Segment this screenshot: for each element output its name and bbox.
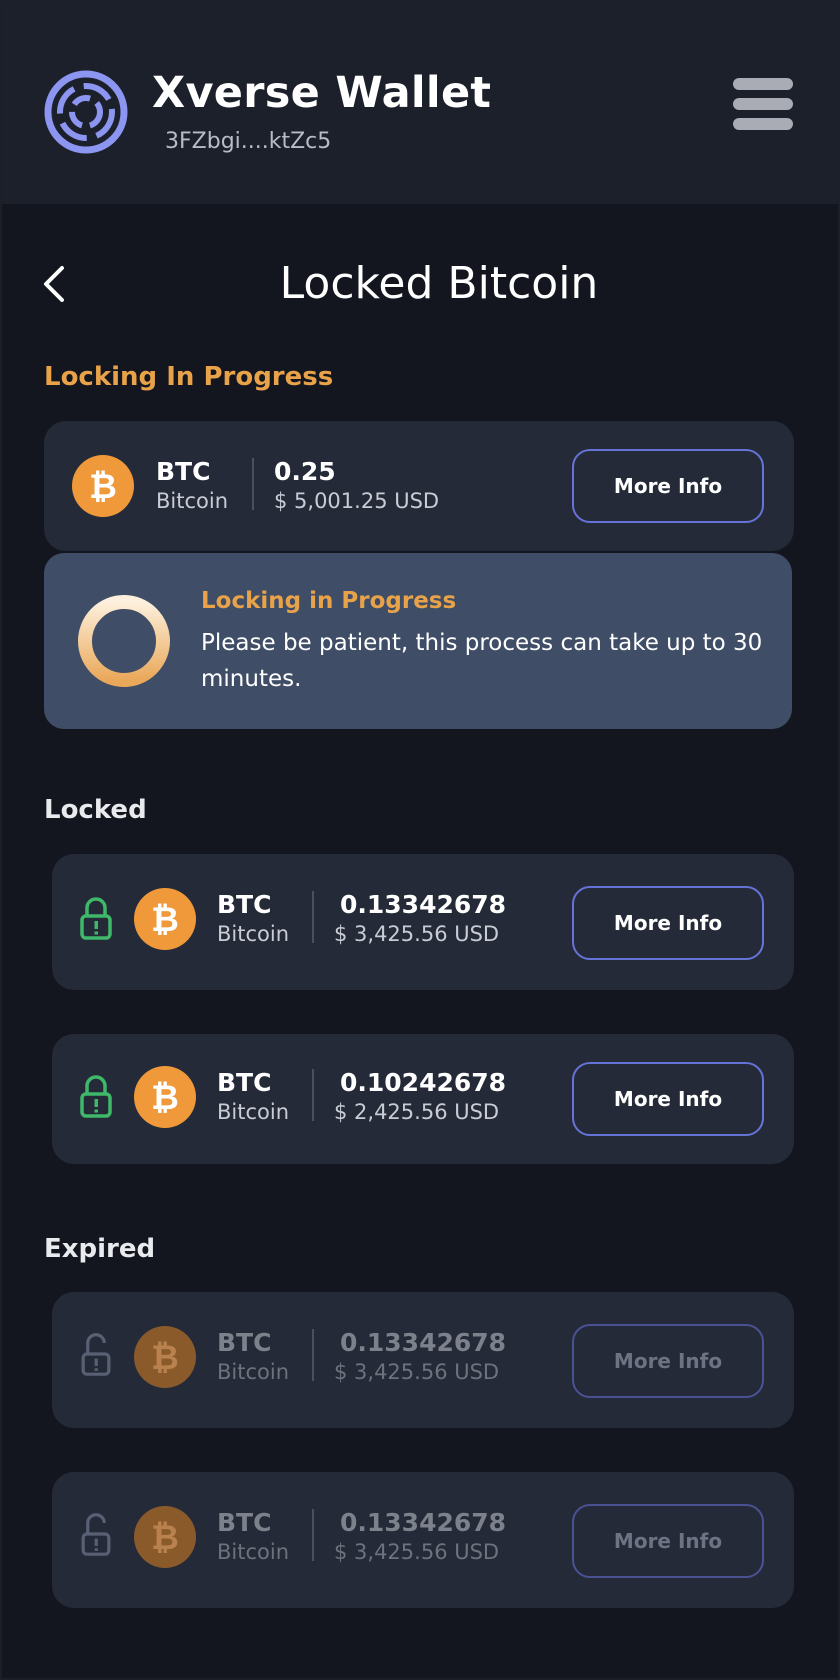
bitcoin-icon: ₿ [72,455,134,517]
svg-text:₿: ₿ [151,1338,179,1377]
section-title-expired: Expired [44,1234,156,1264]
card-divider [252,458,254,510]
coin-ticker: BTC [217,890,272,919]
progress-message: Please be patient, this process can take… [201,630,763,692]
app-frame: Xverse Wallet 3FZbgi....ktZc5 Locked Bit… [0,0,840,1680]
lock-closed-icon [80,897,112,940]
section-title-locked: Locked [44,795,147,825]
section-title-in-progress: Locking In Progress [44,362,334,392]
bitcoin-icon: ₿ [134,888,196,950]
coin-name: Bitcoin [217,1540,290,1564]
more-info-button[interactable]: More Info [572,1504,764,1578]
usd-value: $ 2,425.56 USD [334,1100,500,1124]
coin-name: Bitcoin [217,922,290,946]
coin-amount: 0.13342678 [340,1328,507,1357]
coin-amount: 0.13342678 [340,890,507,919]
bitcoin-icon: ₿ [134,1326,196,1388]
lock-closed-icon [80,1075,112,1118]
locking-progress-notice: Locking in Progress Please be patient, t… [44,553,792,729]
in-progress-card: ₿ BTC Bitcoin 0.25 $ 5,001.25 USD More I… [44,421,794,551]
coin-ticker: BTC [156,457,211,486]
locked-card: ₿ BTC Bitcoin 0.13342678 $ 3,425.56 USD … [52,854,794,990]
hamburger-menu-icon[interactable] [730,78,796,140]
usd-value: $ 3,425.56 USD [334,922,500,946]
more-info-button[interactable]: More Info [572,1062,764,1136]
bitcoin-icon: ₿ [134,1506,196,1568]
bitcoin-icon: ₿ [134,1066,196,1128]
lock-open-icon [81,1513,111,1556]
coin-amount: 0.13342678 [340,1508,507,1537]
coin-name: Bitcoin [217,1100,290,1124]
xverse-logo-icon [44,70,128,154]
expired-card: ₿ BTC Bitcoin 0.13342678 $ 3,425.56 USD … [52,1472,794,1608]
page-title: Locked Bitcoin [279,258,599,309]
more-info-button[interactable]: More Info [572,886,764,960]
svg-text:₿: ₿ [89,467,117,506]
more-info-button[interactable]: More Info [572,1324,764,1398]
coin-ticker: BTC [217,1328,272,1357]
locked-card: ₿ BTC Bitcoin 0.10242678 $ 2,425.56 USD … [52,1034,794,1164]
card-divider [312,1069,314,1121]
svg-text:₿: ₿ [151,900,179,939]
coin-ticker: BTC [217,1068,272,1097]
card-divider [312,1329,314,1381]
usd-value: $ 3,425.56 USD [334,1360,500,1384]
more-info-button[interactable]: More Info [572,449,764,523]
svg-text:₿: ₿ [151,1078,179,1117]
coin-amount: 0.10242678 [340,1068,507,1097]
coin-ticker: BTC [217,1508,272,1537]
card-divider [312,1509,314,1561]
card-divider [312,891,314,943]
coin-name: Bitcoin [217,1360,290,1384]
coin-name: Bitcoin [156,489,229,513]
wallet-address[interactable]: 3FZbgi....ktZc5 [165,129,331,154]
usd-value: $ 3,425.56 USD [334,1540,500,1564]
progress-title: Locking in Progress [201,588,457,614]
expired-card: ₿ BTC Bitcoin 0.13342678 $ 3,425.56 USD … [52,1292,794,1428]
svg-text:₿: ₿ [151,1518,179,1557]
lock-open-icon [81,1333,111,1376]
progress-ring-icon [78,595,170,687]
app-header: Xverse Wallet 3FZbgi....ktZc5 [2,2,840,204]
coin-amount: 0.25 [274,457,336,486]
app-title: Xverse Wallet [152,68,492,118]
usd-value: $ 5,001.25 USD [274,489,440,513]
